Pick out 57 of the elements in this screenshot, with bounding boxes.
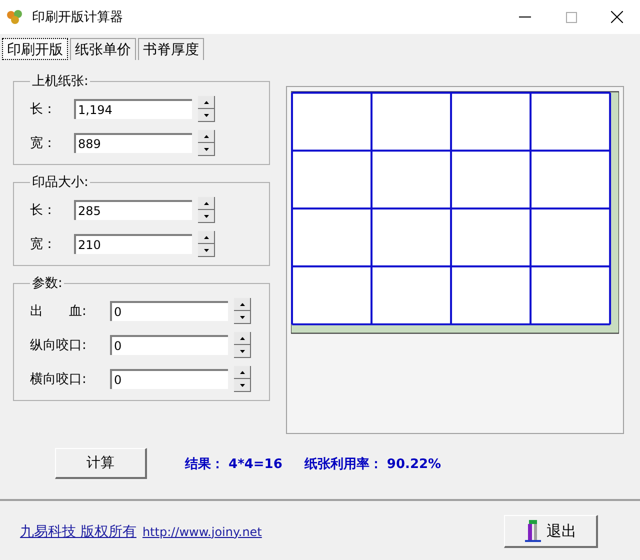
down-arrow-icon [240, 384, 244, 386]
down-arrow-icon [204, 148, 208, 150]
number-field[interactable]: 889 [74, 133, 192, 153]
tab[interactable]: 印刷开版 [2, 38, 68, 60]
number-field[interactable]: 0 [110, 301, 228, 321]
door-icon [524, 520, 540, 542]
copyright-link[interactable]: 九易科技 版权所有 [20, 522, 136, 540]
up-arrow-icon [240, 302, 244, 306]
spin-down-button[interactable] [198, 210, 215, 223]
number-field[interactable]: 285 [74, 200, 192, 220]
field-label: 宽： [30, 135, 57, 152]
app-icon [6, 9, 24, 25]
group-title: 上机纸张: [31, 73, 90, 90]
group-title: 印品大小: [31, 174, 90, 191]
field-label: 纵向咬口: [30, 337, 88, 354]
spin-up-button[interactable] [234, 366, 251, 379]
utilization-text: 纸张利用率： 90.22% [304, 456, 442, 472]
spin-down-button[interactable] [234, 379, 251, 392]
spin-down-button[interactable] [198, 143, 215, 156]
up-arrow-icon [240, 370, 244, 374]
down-arrow-icon [204, 214, 208, 218]
spin-down-button[interactable] [234, 345, 251, 358]
up-arrow-icon [204, 100, 208, 104]
spin-up-button[interactable] [198, 130, 215, 143]
up-arrow-icon [204, 202, 208, 204]
up-arrow-icon [240, 336, 244, 340]
down-arrow-icon [204, 248, 208, 252]
number-field[interactable]: 1,194 [74, 99, 192, 119]
spin-up-button[interactable] [198, 231, 215, 244]
spin-up-button[interactable] [198, 96, 215, 109]
down-arrow-icon [240, 316, 244, 318]
result-text: 结果： 4*4=16 [185, 456, 282, 472]
field-label: 出 血: [30, 303, 88, 320]
up-arrow-icon [204, 236, 208, 238]
tab[interactable]: 书脊厚度 [138, 38, 204, 60]
website-link[interactable]: http://www.joiny.net [142, 524, 262, 538]
spin-up-button[interactable] [234, 298, 251, 311]
field-label: 横向咬口: [30, 371, 88, 388]
field-label: 长： [30, 202, 57, 219]
group-title: 参数: [31, 275, 64, 292]
down-arrow-icon [204, 114, 208, 116]
number-field[interactable]: 0 [110, 369, 228, 389]
tab[interactable]: 纸张单价 [70, 38, 136, 60]
calculate-button[interactable]: 计算 [55, 448, 147, 479]
number-field[interactable]: 210 [74, 234, 192, 254]
down-arrow-icon [240, 350, 244, 352]
spin-down-button[interactable] [234, 311, 251, 324]
number-field[interactable]: 0 [110, 335, 228, 355]
up-arrow-icon [204, 134, 208, 138]
spin-up-button[interactable] [198, 197, 215, 210]
field-label: 宽： [30, 236, 57, 253]
spin-down-button[interactable] [198, 109, 215, 122]
spin-down-button[interactable] [198, 244, 215, 257]
window-title: 印刷开版计算器 [32, 9, 123, 26]
field-label: 长： [30, 101, 57, 118]
spin-up-button[interactable] [234, 332, 251, 345]
exit-button[interactable]: 退出 [504, 515, 598, 548]
